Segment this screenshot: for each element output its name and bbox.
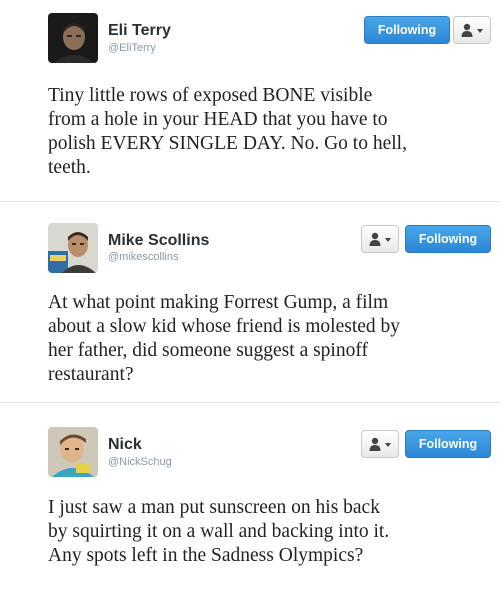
tweet-card: Mike Scollins @mikescollins Following At… [0, 203, 500, 400]
tweet-text-line: about a slow kid whose friend is moleste… [48, 316, 401, 337]
user-handle[interactable]: @mikescollins [108, 251, 178, 263]
tweet-text-line: polish EVERY SINGLE DAY. No. Go to hell, [48, 133, 407, 154]
following-button[interactable]: Following [364, 16, 450, 44]
user-handle[interactable]: @NickSchug [108, 456, 172, 468]
display-name[interactable]: Mike Scollins [108, 232, 209, 250]
avatar[interactable] [48, 223, 98, 273]
tweet-text-line: Any spots left in the Sadness Olympics? [48, 545, 364, 566]
divider [0, 201, 500, 202]
avatar[interactable] [48, 427, 98, 477]
tweet-text-line: from a hole in your HEAD that you have t… [48, 109, 388, 130]
tweet-text: At what point making Forrest Gump, a fil… [48, 291, 488, 387]
tweet-text-line: her father, did someone suggest a spinof… [48, 340, 368, 361]
tweet-card: Eli Terry @EliTerry Following Tiny littl… [0, 0, 500, 200]
tweet-text-line: At what point making Forrest Gump, a fil… [48, 292, 389, 313]
display-name[interactable]: Eli Terry [108, 22, 171, 40]
display-name[interactable]: Nick [108, 436, 142, 454]
following-button[interactable]: Following [405, 225, 491, 253]
tweet-text-line: teeth. [48, 157, 91, 178]
user-handle[interactable]: @EliTerry [108, 42, 156, 54]
divider [0, 402, 500, 403]
user-dropdown-icon[interactable] [361, 225, 399, 253]
tweet-text-line: Tiny little rows of exposed BONE visible [48, 85, 373, 106]
following-button[interactable]: Following [405, 430, 491, 458]
user-dropdown-icon[interactable] [361, 430, 399, 458]
tweet-text: Tiny little rows of exposed BONE visible… [48, 84, 488, 180]
avatar[interactable] [48, 13, 98, 63]
tweet-text-line: I just saw a man put sunscreen on his ba… [48, 497, 380, 518]
tweet-card: Nick @NickSchug Following I just saw a m… [0, 405, 500, 592]
tweet-text: I just saw a man put sunscreen on his ba… [48, 496, 488, 568]
tweet-text-line: restaurant? [48, 364, 134, 385]
user-dropdown-icon[interactable] [453, 16, 491, 44]
tweet-text-line: by squirting it on a wall and backing in… [48, 521, 390, 542]
